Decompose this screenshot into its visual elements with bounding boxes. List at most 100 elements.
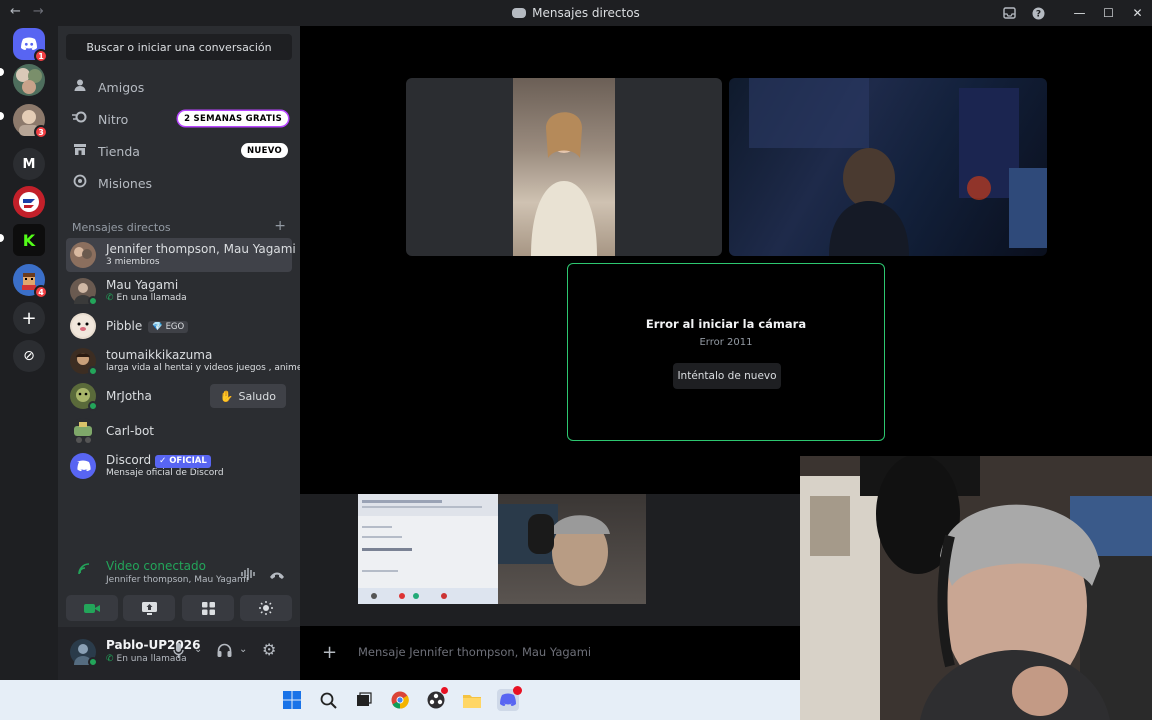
friends-icon [72,78,88,96]
nav-shop-label: Tienda [98,143,140,159]
discord-home-button[interactable]: 1 [13,28,48,63]
dm-item-pibble[interactable]: Pibble 💎 EGO [66,309,292,343]
dm-name: Pibble [106,318,143,333]
taskbar-search-icon[interactable] [317,689,339,711]
dm-name-row: Pibble 💎 EGO [106,318,189,334]
windows-start-icon[interactable] [281,689,303,711]
minimize-button[interactable]: — [1065,0,1094,26]
headphones-icon[interactable] [217,643,232,661]
video-tile-participant-2[interactable] [729,78,1047,256]
screen-share-preview[interactable] [358,494,498,604]
search-conversation-button[interactable]: Buscar o iniciar una conversación [66,34,292,60]
explore-servers-button[interactable]: ⊘ [13,340,45,372]
soundboard-button[interactable] [240,595,292,621]
window-title: Mensajes directos [0,6,1152,20]
task-view-icon[interactable] [353,689,375,711]
settings-gear-icon[interactable]: ⚙ [262,640,276,659]
add-server-button[interactable]: + [13,302,45,334]
avatar [70,453,96,479]
chrome-icon[interactable] [389,689,411,711]
attach-plus-icon[interactable]: + [322,642,337,663]
dm-header-label: Mensajes directos [72,221,171,234]
user-avatar[interactable] [70,639,98,667]
avatar [70,242,96,268]
dm-item-group[interactable]: Jennifer thompson, Mau Yagami 3 miembros [66,238,296,272]
taskbar [0,680,800,720]
webcam-overlay [800,456,1152,720]
self-video-preview[interactable] [498,494,646,604]
obs-icon[interactable] [425,687,448,711]
file-explorer-icon[interactable] [461,689,483,711]
ego-tag: 💎 EGO [148,320,189,334]
signal-icon[interactable] [78,563,92,579]
voice-status: Video conectado [106,559,206,573]
dm-subtitle: ✆ En una llamada [106,293,187,304]
nitro-promo-badge: 2 SEMANAS GRATIS [178,111,288,126]
mic-chevron-icon[interactable]: ⌄ [194,644,202,655]
help-icon[interactable]: ? [1024,0,1053,26]
quests-icon [72,174,88,192]
official-tag: ✓ OFICIAL [155,454,211,468]
camera-error-title: Error al iniciar la cámara [645,317,807,331]
close-button[interactable]: ✕ [1123,0,1152,26]
camera-button[interactable] [66,595,118,621]
video-camera-icon [84,603,100,613]
wave-button-label: Saludo [238,389,276,403]
server-avatar-icon[interactable]: 3 [13,104,48,139]
dm-item-mrjotha[interactable]: MrJotha ✋ Saludo [66,379,292,413]
server-m[interactable]: M [13,148,45,180]
nav-shop[interactable]: Tienda NUEVO [66,136,292,166]
dm-item-toumaikkikazuma[interactable]: toumaikkikazuma larga vida al hentai y v… [66,344,302,378]
soundboard-icon [259,601,273,615]
streamer-camera-feed [800,456,1152,720]
nav-friends[interactable]: Amigos [66,72,292,102]
dm-subtitle: larga vida al hentai y videos juegos , a… [106,362,303,373]
message-input[interactable]: Mensaje Jennifer thompson, Mau Yagami [358,645,591,659]
server-indicator [0,112,4,120]
voice-channel[interactable]: Jennifer thompson, Mau Yagami [106,575,248,585]
status-dot [88,296,98,306]
headphones-chevron-icon[interactable]: ⌄ [239,644,247,655]
wave-button[interactable]: ✋ Saludo [209,384,286,408]
maximize-button[interactable]: ☐ [1094,0,1123,26]
server-indicator [0,68,4,76]
dm-name: Discord [106,452,152,467]
server-pixel-icon[interactable]: 4 [13,264,48,299]
dm-subtitle: Mensaje oficial de Discord [106,467,224,478]
inbox-icon[interactable] [995,0,1024,26]
dm-item-mau[interactable]: Mau Yagami ✆ En una llamada [66,274,292,308]
noise-suppression-icon[interactable] [241,565,255,584]
dm-item-discord[interactable]: Discord ✓ OFICIAL Mensaje oficial de Disc… [66,449,292,483]
server-k[interactable]: K [13,224,45,256]
discord-logo-icon [512,8,527,18]
screen-share-button[interactable] [123,595,175,621]
disconnect-icon[interactable] [269,565,285,584]
server-red-logo-icon[interactable] [13,186,45,218]
avatar [70,313,96,339]
retry-camera-button[interactable]: Inténtalo de nuevo [673,363,781,389]
microphone-icon[interactable] [173,643,184,662]
discord-taskbar-icon[interactable] [497,686,522,711]
nav-friends-label: Amigos [98,79,145,95]
screen-share-thumbnail [358,494,498,604]
discord-logo-icon [21,37,37,50]
dm-name-row: Discord ✓ OFICIAL [106,453,224,468]
nav-quests[interactable]: Misiones [66,168,292,198]
shop-icon [72,142,88,160]
camera-error-code: Error 2011 [699,337,753,348]
create-dm-button[interactable]: + [274,219,286,234]
activities-button[interactable] [182,595,234,621]
notification-badge: 4 [34,285,48,299]
nav-nitro-label: Nitro [98,111,129,127]
dm-item-carlbot[interactable]: Carl-bot [66,414,292,448]
username: Pablo-UP2026 [106,638,201,652]
camera-error-tile: Error al iniciar la cámara Error 2011 In… [567,263,885,441]
recording-dot [441,687,448,694]
server-group-icon[interactable] [13,64,45,96]
ego-tag-text: EGO [165,321,185,332]
dm-sidebar: Buscar o iniciar una conversación Amigos… [58,26,302,680]
nav-nitro[interactable]: Nitro 2 SEMANAS GRATIS [66,104,292,134]
video-tile-participant-1[interactable] [406,78,722,256]
participant-video [749,78,1047,256]
new-badge: NUEVO [241,143,288,158]
